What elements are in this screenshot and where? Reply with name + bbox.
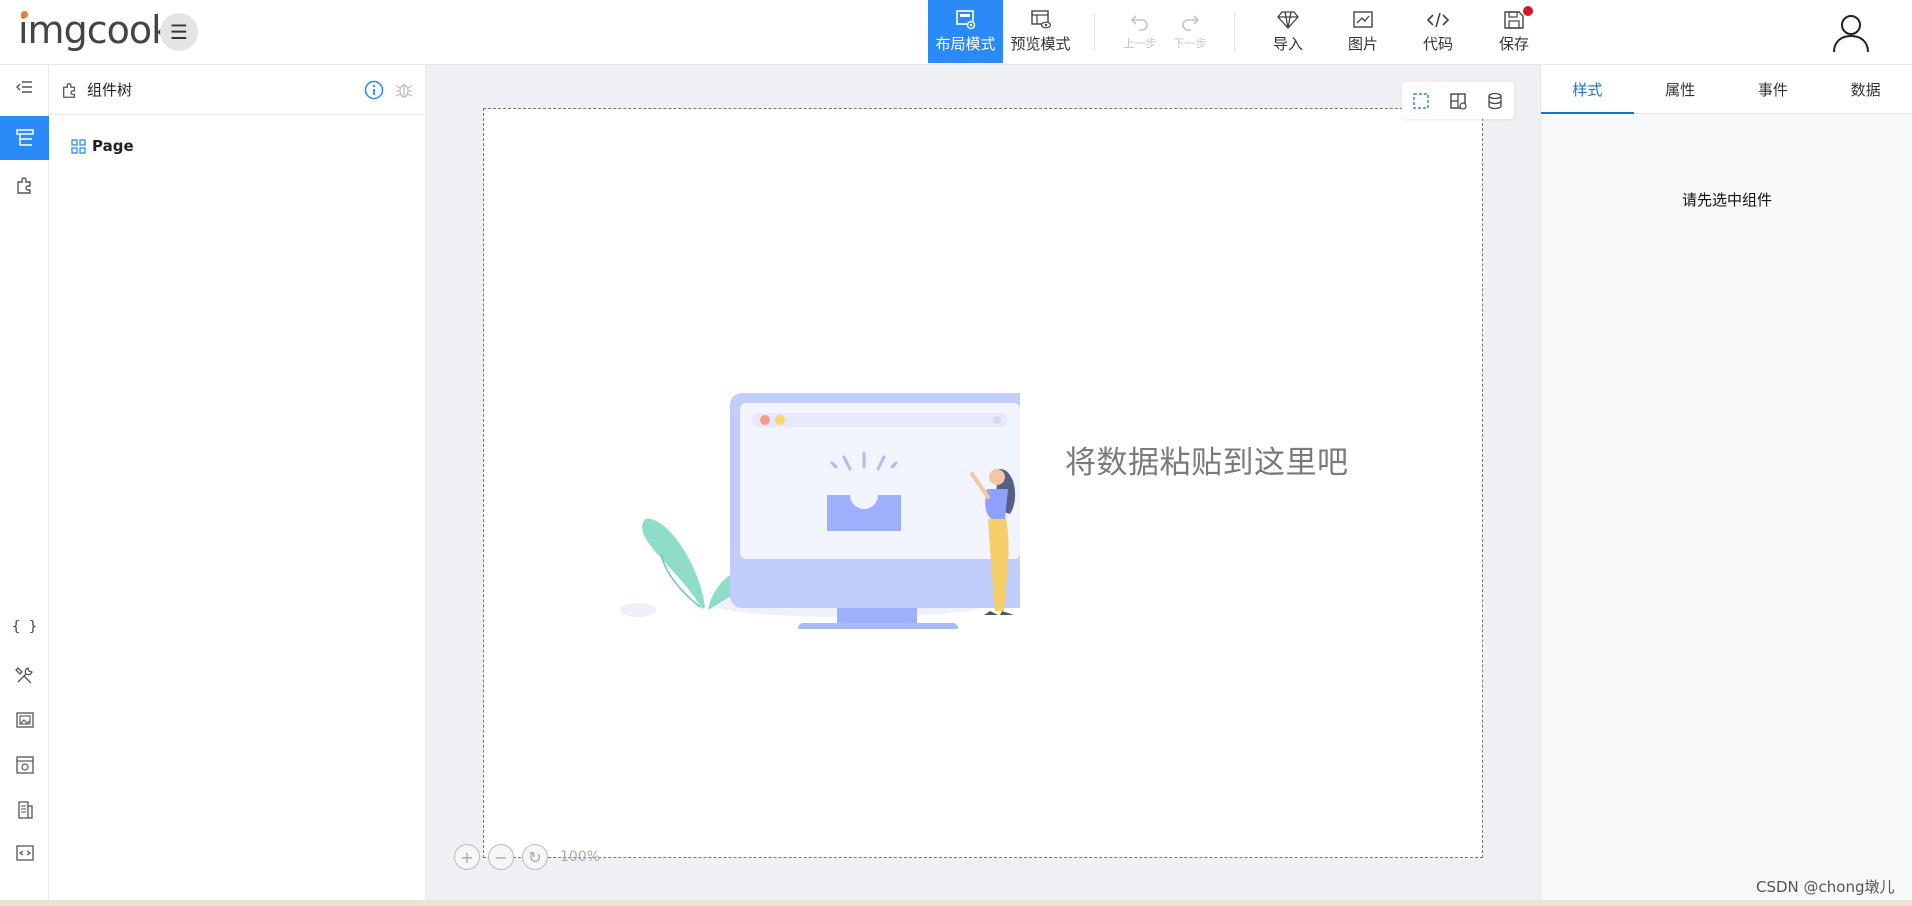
properties-tabs: 样式 属性 事件 数据	[1541, 65, 1912, 114]
unsaved-badge	[1523, 6, 1533, 16]
import-button[interactable]: 导入	[1268, 0, 1308, 63]
document-icon	[17, 801, 33, 819]
hamburger-icon: ☰	[170, 20, 188, 44]
tree-node-page[interactable]: Page	[71, 137, 134, 155]
code-icon	[1426, 12, 1450, 27]
image-assets-button[interactable]	[0, 698, 49, 742]
add-frame-icon[interactable]	[1449, 92, 1467, 110]
empty-state-text: 将数据粘贴到这里吧	[1065, 445, 1349, 481]
tools-button[interactable]	[0, 653, 49, 697]
import-label: 导入	[1272, 34, 1303, 53]
tab-style[interactable]: 样式	[1541, 65, 1634, 114]
watermark: CSDN @chong墩儿	[1756, 878, 1895, 896]
empty-state-illustration	[620, 393, 1020, 629]
layout-mode-icon	[955, 9, 975, 29]
zoom-in-button[interactable]: +	[454, 844, 480, 870]
left-icon-bar: { }	[0, 65, 49, 900]
logo-dot	[21, 11, 28, 18]
database-icon[interactable]	[1486, 92, 1504, 110]
collapse-panel-button[interactable]	[0, 65, 49, 109]
tree-icon	[15, 129, 34, 146]
undo-label: 上一步	[1123, 37, 1157, 50]
info-icon[interactable]	[364, 80, 384, 100]
canvas-tool-group	[1402, 82, 1514, 119]
zoom-out-button[interactable]: −	[488, 844, 514, 870]
picture-icon	[15, 712, 34, 728]
undo-icon	[1130, 15, 1148, 31]
preview-mode-label: 预览模式	[1010, 34, 1071, 53]
bug-icon[interactable]	[394, 80, 414, 100]
braces-icon: { }	[11, 619, 38, 635]
main-menu-button[interactable]: ☰	[160, 13, 198, 51]
design-canvas: 将数据粘贴到这里吧 + − ↻ 100%	[426, 65, 1540, 900]
settings-panel-button[interactable]	[0, 743, 49, 787]
indent-icon	[15, 81, 32, 93]
reset-icon: ↻	[528, 847, 542, 867]
tree-panel-title: 组件树	[87, 81, 133, 99]
app-root: imgcook ☰ 布局模式 预览模式 上一步 下一步 导入 图片 代码 保存 …	[0, 0, 1912, 906]
undo-button[interactable]: 上一步	[1118, 0, 1162, 63]
app-logo[interactable]: imgcook	[18, 8, 173, 52]
diamond-icon	[1277, 10, 1299, 29]
zoom-reset-button[interactable]: ↻	[522, 844, 548, 870]
image-button[interactable]: 图片	[1343, 0, 1383, 63]
user-avatar-icon[interactable]	[1830, 11, 1872, 53]
component-tree-panel: 组件树 Page	[49, 65, 426, 900]
code-panel-button[interactable]	[0, 831, 49, 875]
redo-icon	[1182, 15, 1200, 31]
code-window-icon	[15, 845, 34, 861]
tab-data[interactable]: 数据	[1819, 65, 1912, 113]
save-label: 保存	[1498, 34, 1529, 53]
save-button[interactable]: 保存	[1492, 0, 1536, 63]
toolbar-divider	[1094, 12, 1095, 52]
preview-mode-icon	[1030, 9, 1051, 28]
tab-events[interactable]: 事件	[1727, 65, 1820, 113]
puzzle-icon	[16, 177, 31, 194]
tree-panel-header: 组件树	[49, 65, 425, 115]
puzzle-icon	[63, 82, 76, 98]
zoom-level: 100%	[560, 849, 601, 865]
components-tab[interactable]	[0, 163, 49, 207]
layout-mode-label: 布局模式	[935, 34, 996, 53]
bottom-scrollbar[interactable]	[0, 900, 1912, 906]
logo-text: imgcook	[18, 8, 173, 52]
top-toolbar: imgcook ☰ 布局模式 预览模式 上一步 下一步 导入 图片 代码 保存	[0, 0, 1912, 65]
select-frame-icon[interactable]	[1412, 92, 1430, 110]
code-button[interactable]: 代码	[1418, 0, 1458, 63]
grid-icon	[71, 138, 86, 154]
image-label: 图片	[1347, 34, 1378, 53]
artboard[interactable]: 将数据粘贴到这里吧	[483, 108, 1483, 858]
docs-button[interactable]	[0, 788, 49, 832]
redo-button[interactable]: 下一步	[1168, 0, 1212, 63]
plus-icon: +	[460, 847, 474, 867]
json-schema-button[interactable]: { }	[0, 605, 49, 649]
tab-attributes[interactable]: 属性	[1634, 65, 1727, 113]
preview-mode-button[interactable]: 预览模式	[1003, 0, 1078, 63]
zoom-controls: + − ↻ 100%	[454, 844, 600, 870]
floppy-disk-icon	[1504, 10, 1524, 29]
redo-label: 下一步	[1173, 37, 1207, 50]
tree-node-label: Page	[92, 137, 134, 155]
minus-icon: −	[494, 847, 508, 867]
settings-window-icon	[15, 756, 34, 774]
select-component-hint: 请先选中组件	[1681, 191, 1772, 209]
code-label: 代码	[1422, 34, 1453, 53]
toolbar-divider	[1234, 12, 1235, 52]
properties-panel: 样式 属性 事件 数据 请先选中组件	[1540, 65, 1912, 900]
tools-icon	[14, 667, 33, 684]
image-icon	[1353, 10, 1373, 28]
layout-mode-button[interactable]: 布局模式	[928, 0, 1003, 63]
component-tree-tab[interactable]	[0, 116, 49, 160]
